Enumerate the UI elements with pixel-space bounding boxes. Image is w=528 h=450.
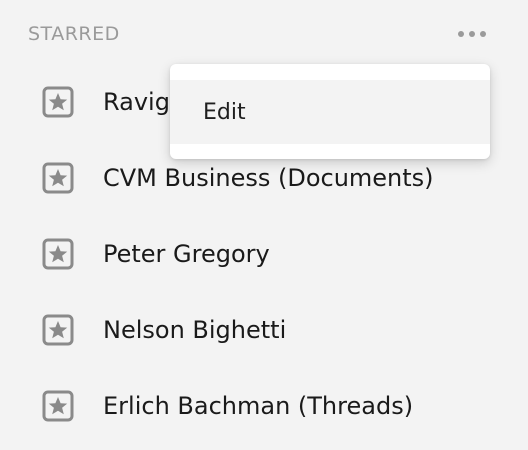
starred-item[interactable]: Nelson Bighetti	[0, 292, 528, 368]
starred-item-label: Ravig	[103, 88, 170, 116]
star-icon	[42, 314, 74, 346]
starred-item[interactable]: Peter Gregory	[0, 216, 528, 292]
menu-item-label: Edit	[203, 99, 246, 125]
star-icon	[42, 162, 74, 194]
star-icon	[42, 238, 74, 270]
starred-item[interactable]: Erlich Bachman (Threads)	[0, 368, 528, 444]
starred-item-label: Erlich Bachman (Threads)	[103, 392, 414, 420]
more-horizontal-icon	[458, 31, 486, 37]
menu-item-edit[interactable]: Edit	[170, 80, 490, 144]
more-options-button[interactable]	[452, 20, 492, 48]
star-icon	[42, 390, 74, 422]
starred-item-label: CVM Business (Documents)	[103, 164, 434, 192]
context-menu: Edit	[170, 64, 490, 159]
section-title: STARRED	[28, 23, 120, 45]
star-icon	[42, 86, 74, 118]
starred-item-label: Peter Gregory	[103, 240, 270, 268]
starred-item-label: Nelson Bighetti	[103, 316, 287, 344]
